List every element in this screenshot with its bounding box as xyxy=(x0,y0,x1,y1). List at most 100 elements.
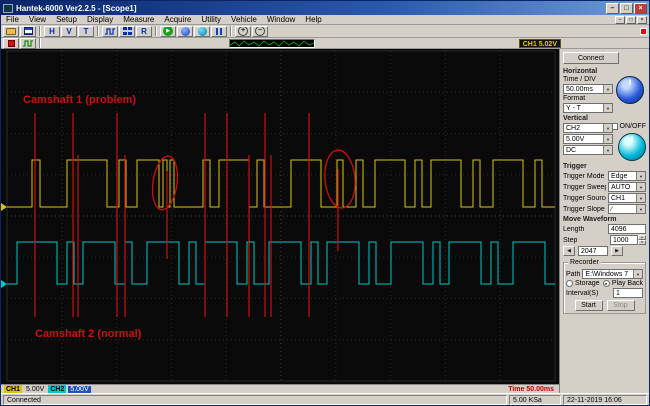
stop-icon xyxy=(7,39,15,47)
menu-file[interactable]: File xyxy=(1,15,24,24)
menu-acquire[interactable]: Acquire xyxy=(159,15,196,24)
trigger-source-select[interactable]: CH1 xyxy=(608,193,646,203)
vertical-position-knob[interactable] xyxy=(618,133,646,161)
close-button[interactable]: × xyxy=(634,2,647,14)
vertical-section-title: Vertical xyxy=(563,115,588,122)
scope-display[interactable]: Camshaft 1 (problem) Camshaft 2 (normal) xyxy=(1,49,559,384)
title-bar: Hantek-6000 Ver2.2.5 - [Scope1] – □ × xyxy=(1,1,649,15)
format-label: Format xyxy=(563,95,586,102)
ch2-volts: 5.00V xyxy=(68,386,91,393)
trigger-slope-select[interactable]: ∕ xyxy=(608,204,646,214)
trigger-source-value: CH1 xyxy=(611,194,626,202)
trigger-settings-button[interactable]: T xyxy=(78,25,94,37)
onoff-label: ON/OFF xyxy=(619,123,646,130)
mdi-close-button[interactable]: × xyxy=(637,15,647,24)
time-div-value: 50.00ms xyxy=(566,85,593,93)
mini-waveform-display xyxy=(229,38,315,48)
format-value: Y - T xyxy=(566,104,581,112)
window-title: Hantek-6000 Ver2.2.5 - [Scope1] xyxy=(16,3,137,13)
path-label: Path xyxy=(566,270,581,278)
toolbar-separator xyxy=(230,26,232,36)
refresh-button[interactable]: R xyxy=(136,25,152,37)
display-grid-button[interactable] xyxy=(119,25,135,37)
single-button[interactable] xyxy=(194,25,210,37)
format-select[interactable]: Y - T xyxy=(563,103,613,113)
playback-label: Play Back xyxy=(611,280,643,287)
stop-button[interactable]: Stop xyxy=(606,300,635,311)
connection-status: Connected xyxy=(3,394,507,405)
status-bar: Connected 5.00 KSa 22-11-2019 16:06 xyxy=(1,393,649,405)
time-div-select[interactable]: 50.00ms xyxy=(563,84,613,94)
vertical-settings-button[interactable]: V xyxy=(61,25,77,37)
channel-onoff-toggle[interactable]: ON/OFF xyxy=(610,123,646,130)
run-icon: ▶ xyxy=(163,26,173,36)
trigger-sweep-value: AUTO xyxy=(611,183,631,191)
scope-canvas: Camshaft 1 (problem) Camshaft 2 (normal) xyxy=(1,50,556,382)
menu-utility[interactable]: Utility xyxy=(196,15,226,24)
mdi-minimize-button[interactable]: – xyxy=(615,15,625,24)
save-icon xyxy=(23,27,33,35)
spin-down-icon[interactable]: ▼ xyxy=(638,240,646,245)
step-input[interactable]: 1000 xyxy=(610,235,638,245)
path-value: E:\Windows 7 xyxy=(585,270,629,278)
autoset-button[interactable]: ▶ xyxy=(160,25,176,37)
svg-text:Camshaft 1 (problem): Camshaft 1 (problem) xyxy=(23,94,136,106)
trigger-mode-value: Edge xyxy=(611,172,628,180)
path-select[interactable]: E:\Windows 7 xyxy=(582,269,643,279)
trigger-source-label: Trigger Source xyxy=(563,194,606,202)
menu-window[interactable]: Window xyxy=(262,15,300,24)
trigger-mode-select[interactable]: Edge xyxy=(608,171,646,181)
zoom-in-button[interactable]: + xyxy=(235,25,251,37)
save-button[interactable] xyxy=(20,25,36,37)
trigger-mode-label: Trigger Mode xyxy=(563,172,605,180)
volts-div-select[interactable]: 5.00V xyxy=(563,134,613,144)
step-spinner[interactable]: ▲ ▼ xyxy=(638,235,646,245)
waveform-mode-button[interactable] xyxy=(102,25,118,37)
grid-icon xyxy=(122,27,132,35)
svg-text:Camshaft 2 (normal): Camshaft 2 (normal) xyxy=(35,328,142,340)
app-window: Hantek-6000 Ver2.2.5 - [Scope1] – □ × Fi… xyxy=(0,0,650,406)
run-button[interactable] xyxy=(177,25,193,37)
trigger-sweep-label: Trigger Sweep xyxy=(563,183,606,191)
recorder-group: Recorder Path E:\Windows 7 Storage Play … xyxy=(563,259,646,314)
pause-button[interactable] xyxy=(211,25,227,37)
signal-view-button[interactable] xyxy=(20,37,36,49)
move-waveform-title: Move Waveform xyxy=(563,216,617,223)
move-right-button[interactable]: ▶ xyxy=(611,246,623,256)
volts-div-value: 5.00V xyxy=(566,135,585,143)
horizontal-position-knob[interactable] xyxy=(616,76,644,104)
playback-radio[interactable]: Play Back xyxy=(602,280,643,287)
maximize-button[interactable]: □ xyxy=(620,2,633,14)
toolbar-separator xyxy=(39,26,41,36)
menu-display[interactable]: Display xyxy=(82,15,118,24)
coupling-select[interactable]: DC xyxy=(563,145,613,155)
menu-setup[interactable]: Setup xyxy=(51,15,82,24)
horizontal-settings-button[interactable]: H xyxy=(44,25,60,37)
menu-view[interactable]: View xyxy=(24,15,51,24)
menu-help[interactable]: Help xyxy=(300,15,326,24)
trigger-level-readout: CH1 5.02V xyxy=(518,38,561,48)
open-button[interactable] xyxy=(3,25,19,37)
zoom-out-button[interactable]: − xyxy=(252,25,268,37)
length-value: 4096 xyxy=(608,224,646,234)
trigger-slope-label: Trigger Slope xyxy=(563,205,605,213)
menu-measure[interactable]: Measure xyxy=(118,15,159,24)
trigger-sweep-select[interactable]: AUTO xyxy=(608,182,646,192)
stop-record-button[interactable] xyxy=(3,37,19,49)
mdi-restore-button[interactable]: □ xyxy=(626,15,636,24)
green-pulse-icon xyxy=(23,39,33,47)
menu-bar: File View Setup Display Measure Acquire … xyxy=(1,15,649,25)
connect-button[interactable]: Connect xyxy=(563,52,619,64)
move-left-button[interactable]: ◀ xyxy=(563,246,575,256)
position-value: 2047 xyxy=(578,246,608,256)
interval-input[interactable]: 1 xyxy=(613,288,643,298)
storage-radio[interactable]: Storage xyxy=(566,280,600,287)
control-panel: Connect Horizontal Time / DIV 50.00ms Fo… xyxy=(559,49,649,393)
coupling-value: DC xyxy=(566,146,577,154)
recorder-title: Recorder xyxy=(568,259,601,266)
minimize-button[interactable]: – xyxy=(606,2,619,14)
channel-select[interactable]: CH2 xyxy=(563,123,613,133)
start-button[interactable]: Start xyxy=(574,300,603,311)
radio-selected-icon xyxy=(602,280,610,287)
menu-vehicle[interactable]: Vehicle xyxy=(226,15,262,24)
